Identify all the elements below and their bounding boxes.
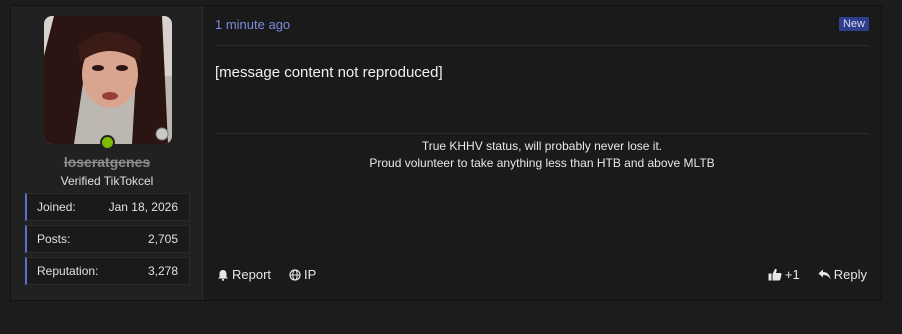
stat-value: Jan 18, 2026 [108,200,178,214]
ip-button[interactable]: IP [289,267,316,282]
stat-joined: Joined: Jan 18, 2026 [25,193,190,221]
stat-label: Reputation: [37,264,99,278]
globe-icon [289,268,301,281]
stat-posts: Posts: 2,705 [25,225,190,253]
like-count: +1 [784,267,800,282]
message-line: [message content not reproduced] [215,64,443,81]
reply-icon [818,269,831,280]
stat-label: Joined: [37,200,76,214]
user-title: Verified TikTokcel [60,174,154,188]
online-status-icon [100,135,115,150]
signature-line: Proud volunteer to take anything less th… [369,156,715,170]
stat-label: Posts: [37,232,71,246]
reply-label: Reply [833,267,867,282]
post-content: 1 minute ago New [message content not re… [203,6,881,300]
signature: True KHHV status, will probably never lo… [215,138,869,172]
post-timestamp[interactable]: 1 minute ago [215,17,290,32]
bell-icon [218,269,228,281]
message-body: [message content not reproduced] [215,62,443,103]
username[interactable]: loseratgenes [11,154,203,170]
ip-label: IP [304,267,317,282]
post-actions-left: Report IP [217,267,316,282]
forum-post: loseratgenes Verified TikTokcel Joined: … [10,5,882,301]
stat-value: 2,705 [147,232,178,246]
thumbs-up-icon [768,268,782,281]
divider [215,45,869,46]
like-button[interactable]: +1 [768,267,800,282]
reply-button[interactable]: Reply [818,267,867,282]
stat-reputation: Reputation: 3,278 [25,257,190,285]
avatar[interactable] [44,16,172,144]
stat-value: 3,278 [147,264,178,278]
signature-divider [215,133,869,134]
signature-line: True KHHV status, will probably never lo… [421,139,663,153]
new-badge: New [838,17,869,31]
report-button[interactable]: Report [217,267,271,282]
avatar-image [44,16,172,144]
report-label: Report [232,267,272,282]
post-actions-right: +1 Reply [768,267,867,282]
author-sidebar: loseratgenes Verified TikTokcel Joined: … [11,6,203,300]
